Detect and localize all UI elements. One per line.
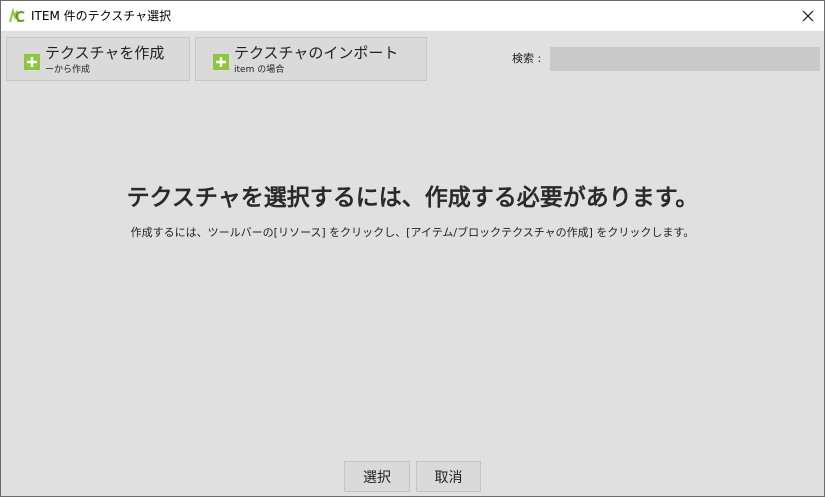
import-texture-sublabel: item の場合 — [234, 65, 285, 75]
create-texture-button[interactable]: テクスチャを作成 ーから作成 — [6, 37, 190, 81]
title-bar: ITEM 件のテクスチャ選択 — [1, 1, 824, 31]
close-icon — [802, 10, 814, 22]
create-texture-sublabel: ーから作成 — [45, 65, 91, 75]
empty-state-hint: 作成するには、ツールバーの[リソース] をクリックし、[アイテム/ブロックテクス… — [130, 226, 695, 239]
create-texture-label: テクスチャを作成 — [45, 44, 165, 62]
select-button[interactable]: 選択 — [344, 461, 410, 492]
mcreator-logo-icon — [9, 8, 25, 23]
import-texture-label: テクスチャのインポート — [234, 44, 399, 62]
window-title: ITEM 件のテクスチャ選択 — [31, 9, 172, 23]
search-input[interactable] — [550, 47, 820, 71]
close-button[interactable] — [792, 1, 824, 31]
search-label: 検索 : — [512, 52, 542, 65]
cancel-button[interactable]: 取消 — [416, 461, 481, 492]
empty-state-headline: テクスチャを選択するには、作成する必要があります。 — [126, 185, 699, 211]
import-texture-button[interactable]: テクスチャのインポート item の場合 — [195, 37, 427, 81]
texture-select-dialog: ITEM 件のテクスチャ選択 テクスチャを作成 ーから作成 テクスチャのインポー… — [0, 0, 825, 497]
plus-icon — [24, 54, 40, 70]
plus-icon — [213, 54, 229, 70]
